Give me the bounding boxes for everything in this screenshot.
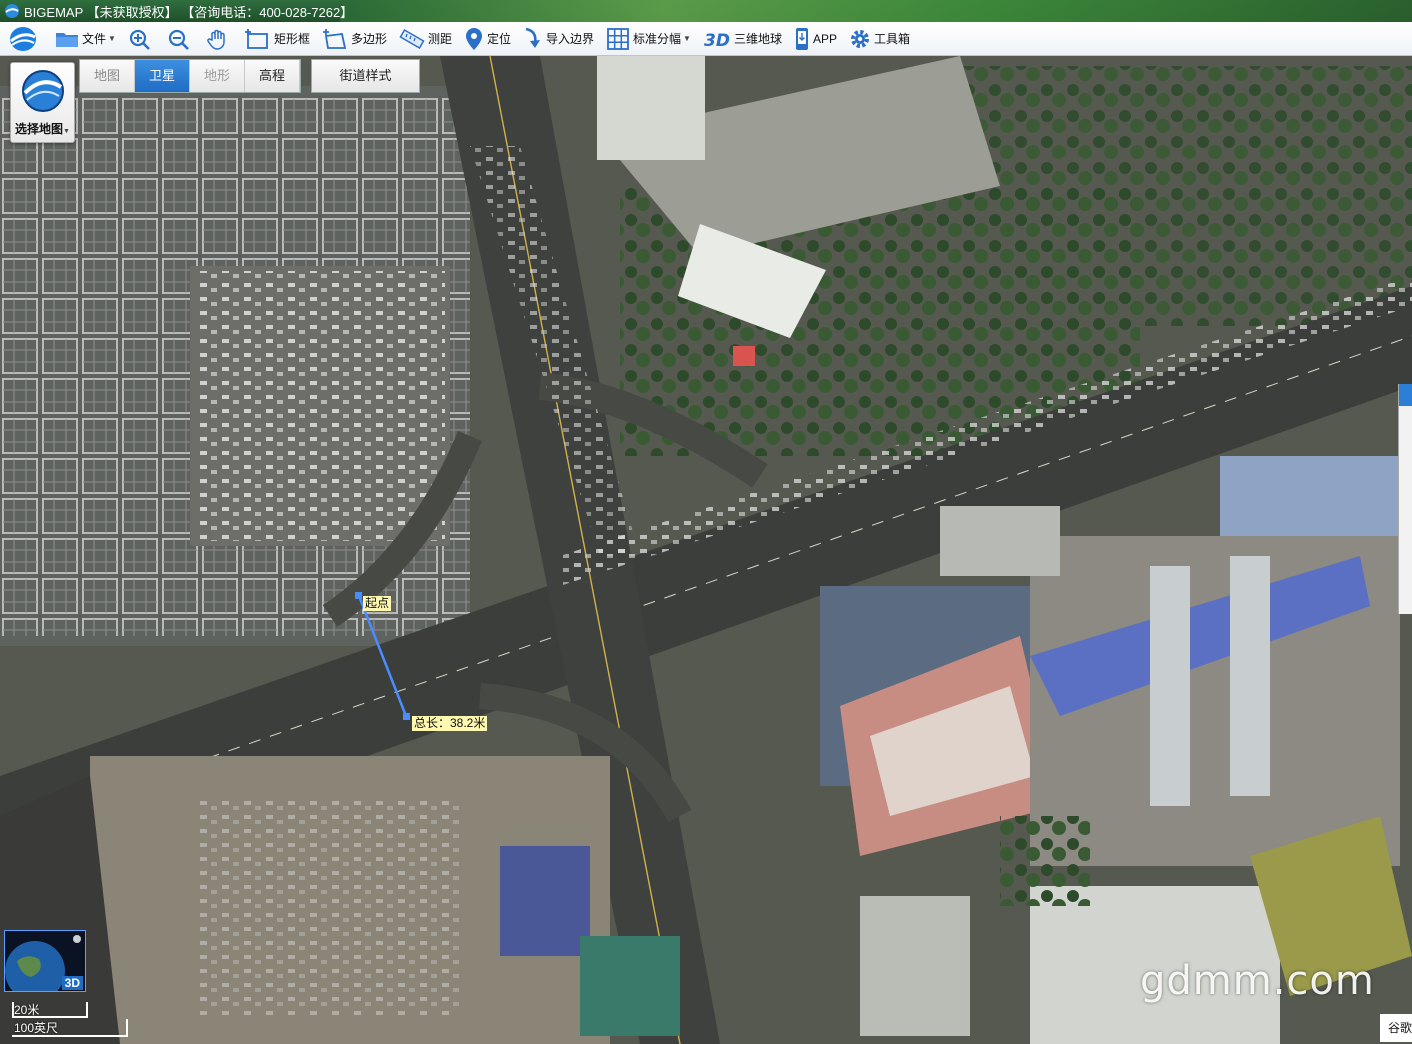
- measure-distance-label: 测距: [427, 32, 452, 46]
- 3d-minimap-button[interactable]: 3D: [4, 930, 86, 992]
- app-label: APP: [812, 31, 837, 46]
- watermark: gdmm.com: [1140, 958, 1375, 1004]
- main-toolbar: 文件 ▼ 矩形框 多边形 测距 定位 导入边界 标准分幅 ▼ 3D 三维地球 A…: [0, 22, 1412, 56]
- file-menu-button[interactable]: 文件 ▼: [49, 22, 122, 55]
- measure-distance-button[interactable]: 测距: [393, 22, 458, 55]
- side-panel-edge[interactable]: [1398, 384, 1412, 614]
- 3d-icon: 3D: [704, 31, 730, 50]
- map-type-tabs: 地图 卫星 地形 高程: [79, 59, 301, 93]
- import-boundary-label: 导入边界: [546, 32, 595, 46]
- toolbox-button[interactable]: 工具箱: [843, 22, 916, 55]
- polygon-icon: [322, 28, 347, 49]
- side-panel-header: [1399, 384, 1412, 406]
- rectangle-select-button[interactable]: 矩形框: [239, 22, 316, 55]
- 3d-minimap-label: 3D: [61, 976, 83, 990]
- chevron-down-icon: ▼: [63, 128, 70, 135]
- tab-map[interactable]: 地图: [80, 60, 135, 92]
- tab-satellite[interactable]: 卫星: [135, 60, 190, 92]
- scale-metric-label: 20米: [14, 1003, 40, 1017]
- ruler-icon: [399, 28, 425, 49]
- polygon-button[interactable]: 多边形: [316, 22, 393, 55]
- app-menu-button[interactable]: [0, 22, 49, 55]
- chevron-down-icon: ▼: [108, 34, 116, 43]
- imagery-provider-label: 谷歌: [1380, 1014, 1412, 1042]
- tab-terrain[interactable]: 地形: [190, 60, 245, 92]
- scale-imperial-label: 100英尺: [14, 1021, 59, 1035]
- svg-text:3D: 3D: [704, 31, 730, 50]
- tab-elevation[interactable]: 高程: [245, 60, 300, 92]
- rectangle-select-label: 矩形框: [273, 32, 310, 46]
- scale-bar: 20米 100英尺: [8, 1000, 128, 1040]
- title-bar-background: [340, 0, 1412, 22]
- measure-start-label: 起点: [363, 596, 392, 611]
- satellite-map-view[interactable]: [0, 56, 1412, 1044]
- zoom-out-icon: [168, 29, 189, 50]
- app-logo-icon: [10, 26, 36, 51]
- app-button[interactable]: APP: [788, 22, 843, 55]
- gear-icon: [850, 29, 869, 48]
- import-boundary-icon: [525, 27, 540, 48]
- zoom-in-button[interactable]: [122, 22, 161, 55]
- standard-sheet-label: 标准分幅: [633, 32, 682, 46]
- zoom-in-icon: [129, 29, 150, 50]
- measure-total-label: 总长：38.2米: [412, 716, 488, 731]
- phone-icon: [795, 27, 808, 50]
- app-logo-icon: [5, 4, 19, 18]
- rectangle-select-icon: [244, 28, 268, 49]
- map-selector-label: 选择地图: [15, 122, 64, 136]
- hand-pan-icon: [207, 29, 225, 50]
- pan-button[interactable]: [200, 22, 239, 55]
- grid-icon: [607, 27, 629, 50]
- file-menu-label: 文件: [82, 32, 107, 46]
- 3d-globe-label: 三维地球: [733, 32, 782, 46]
- chevron-down-icon: ▼: [683, 34, 691, 43]
- toolbox-label: 工具箱: [873, 32, 910, 46]
- 3d-globe-button[interactable]: 3D 三维地球: [697, 22, 788, 55]
- map-selector-button[interactable]: 选择地图▼: [10, 62, 75, 143]
- zoom-out-button[interactable]: [161, 22, 200, 55]
- globe-icon: [21, 70, 64, 112]
- location-pin-icon: [465, 27, 482, 50]
- window-title: BIGEMAP 【未获取授权】 【咨询电话：400-028-7262】: [24, 4, 354, 20]
- locate-button[interactable]: 定位: [458, 22, 517, 55]
- satellite-imagery: [0, 56, 1412, 1044]
- locate-label: 定位: [486, 32, 511, 46]
- street-style-button[interactable]: 街道样式: [311, 59, 420, 93]
- folder-icon: [56, 32, 78, 47]
- polygon-label: 多边形: [350, 32, 387, 46]
- import-boundary-button[interactable]: 导入边界: [517, 22, 600, 55]
- standard-sheet-button[interactable]: 标准分幅 ▼: [600, 22, 697, 55]
- title-bar: BIGEMAP 【未获取授权】 【咨询电话：400-028-7262】: [0, 0, 1412, 22]
